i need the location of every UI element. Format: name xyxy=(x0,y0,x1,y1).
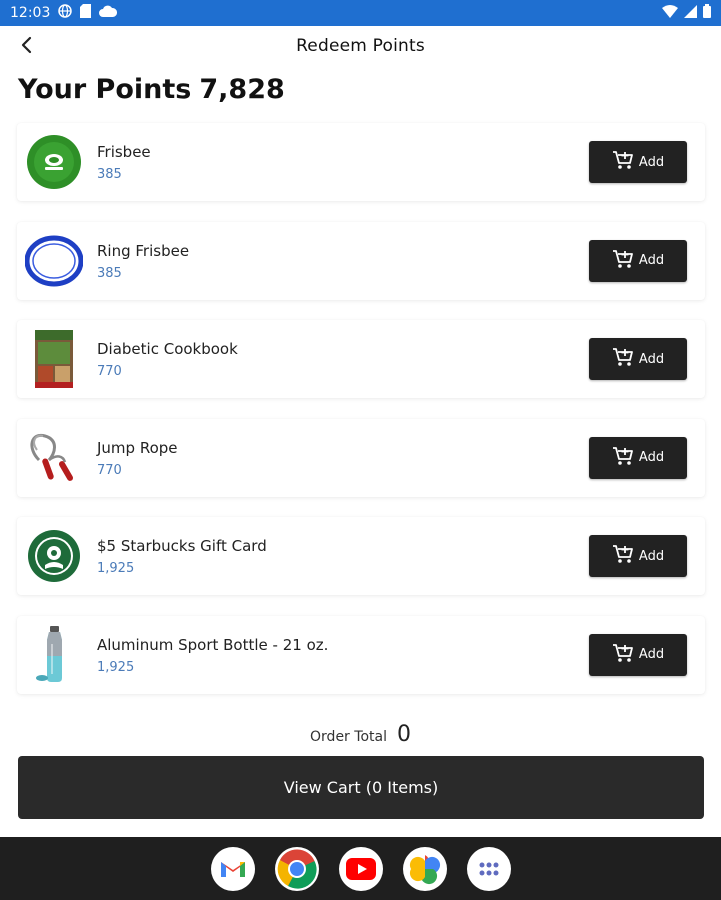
cloud-icon xyxy=(99,5,118,21)
add-label: Add xyxy=(638,253,665,269)
starbucks-logo-thumbnail xyxy=(25,528,83,584)
points-label: Your Points xyxy=(18,74,192,105)
cart-add-icon xyxy=(612,150,634,174)
sport-bottle-thumbnail xyxy=(25,625,83,683)
reward-list: Frisbee 385 Add Ring Frisbee 385 Add Dia… xyxy=(17,123,705,715)
add-label: Add xyxy=(638,548,665,564)
add-label: Add xyxy=(638,647,665,663)
points-heading: Your Points 7,828 xyxy=(18,74,293,105)
add-to-cart-button[interactable]: Add xyxy=(589,141,687,183)
add-to-cart-button[interactable]: Add xyxy=(589,633,687,676)
cookbook-thumbnail xyxy=(25,330,83,389)
youtube-icon[interactable] xyxy=(338,846,383,891)
app-dock xyxy=(0,837,721,900)
points-value: 7,828 xyxy=(199,74,285,105)
reward-cost: 1,925 xyxy=(97,561,135,577)
status-time: 12:03 xyxy=(10,5,51,21)
add-to-cart-button[interactable]: Add xyxy=(589,436,687,479)
frisbee-thumbnail xyxy=(25,134,83,190)
reward-cost: 385 xyxy=(97,167,122,182)
reward-item-diabetic-cookbook: Diabetic Cookbook 770 Add xyxy=(17,320,705,399)
reward-name: Ring Frisbee xyxy=(97,241,190,260)
add-to-cart-button[interactable]: Add xyxy=(589,535,687,578)
reward-item-frisbee: Frisbee 385 Add xyxy=(17,123,705,201)
battery-icon xyxy=(703,4,711,22)
add-label: Add xyxy=(638,450,665,466)
reward-item-sport-bottle: Aluminum Sport Bottle - 21 oz. 1,925 Add xyxy=(17,615,705,694)
reward-name: Frisbee xyxy=(97,143,151,161)
reward-item-ring-frisbee: Ring Frisbee 385 Add xyxy=(17,221,705,300)
status-right xyxy=(662,4,711,22)
gmail-icon[interactable] xyxy=(210,846,255,891)
order-total: Order Total 0 xyxy=(0,722,721,747)
cart-add-icon xyxy=(612,347,634,371)
signal-icon xyxy=(684,4,697,22)
reward-cost: 385 xyxy=(97,265,122,281)
cart-add-icon xyxy=(612,643,634,667)
add-label: Add xyxy=(638,154,665,170)
order-total-value: 0 xyxy=(396,722,411,747)
reward-item-jump-rope: Jump Rope 770 Add xyxy=(17,418,705,497)
cart-add-icon xyxy=(612,249,634,273)
app-drawer-icon[interactable] xyxy=(466,846,511,891)
page-title: Redeem Points xyxy=(296,36,425,56)
view-cart-button[interactable]: View Cart (0 Items) xyxy=(18,756,704,819)
reward-cost: 770 xyxy=(97,462,122,478)
reward-item-starbucks-gift-card: $5 Starbucks Gift Card 1,925 Add xyxy=(17,517,705,596)
chrome-icon[interactable] xyxy=(274,846,319,891)
reward-name: Jump Rope xyxy=(97,438,178,457)
ring-frisbee-thumbnail xyxy=(25,233,83,289)
order-total-label: Order Total xyxy=(310,729,387,745)
jump-rope-thumbnail xyxy=(25,430,83,486)
status-left: 12:03 xyxy=(10,4,118,22)
wifi-icon xyxy=(662,4,678,22)
status-bar: 12:03 xyxy=(0,0,721,26)
photos-icon[interactable] xyxy=(402,846,447,891)
app-bar: Redeem Points xyxy=(0,26,721,66)
reward-name: $5 Starbucks Gift Card xyxy=(97,537,267,556)
add-label: Add xyxy=(638,351,665,367)
reward-cost: 770 xyxy=(97,364,122,380)
add-to-cart-button[interactable]: Add xyxy=(589,338,687,381)
sd-card-icon xyxy=(80,4,92,22)
reward-cost: 1,925 xyxy=(97,659,135,675)
globe-icon xyxy=(58,4,73,22)
cart-add-icon xyxy=(612,544,634,568)
reward-name: Aluminum Sport Bottle - 21 oz. xyxy=(97,635,329,654)
cart-add-icon xyxy=(612,446,634,470)
add-to-cart-button[interactable]: Add xyxy=(589,239,687,282)
reward-name: Diabetic Cookbook xyxy=(97,340,238,359)
